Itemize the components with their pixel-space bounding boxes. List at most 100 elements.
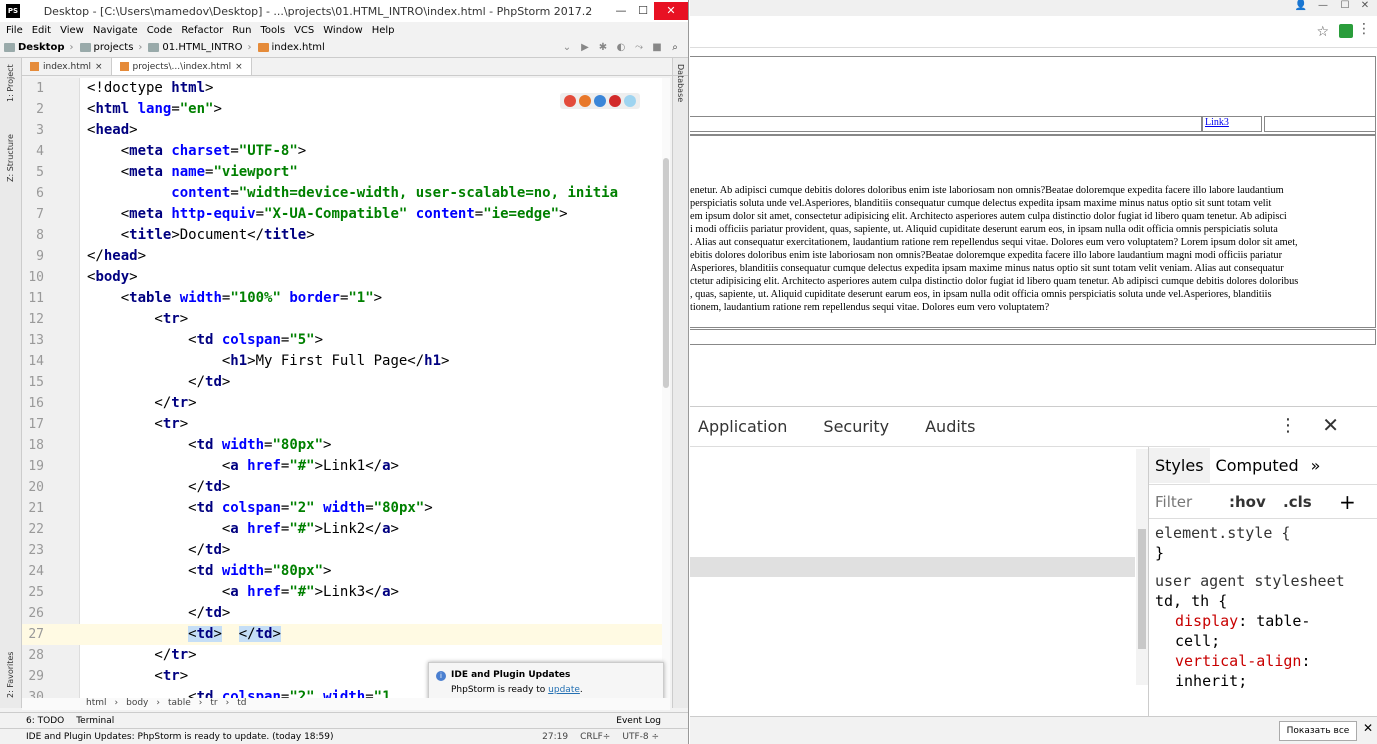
code-crumb-table[interactable]: table <box>168 698 191 710</box>
close-tab-icon[interactable]: × <box>95 62 103 72</box>
chrome-icon[interactable] <box>564 95 576 107</box>
code-line[interactable]: 23 </td> <box>22 540 670 561</box>
code-line[interactable]: 3 <head> <box>22 120 670 141</box>
more-tabs-icon[interactable]: » <box>1305 456 1327 475</box>
filter-input[interactable]: Filter <box>1155 493 1192 511</box>
favorites-tool-tab[interactable]: 2: Favorites <box>6 652 15 698</box>
code-crumb-tr[interactable]: tr <box>210 698 217 710</box>
maximize-button[interactable]: ☐ <box>632 2 654 20</box>
address-bar[interactable]: ☆ ⋮ <box>690 16 1377 48</box>
close-bar-icon[interactable]: ✕ <box>1363 721 1373 735</box>
code-line[interactable]: 16 </tr> <box>22 393 670 414</box>
code-line[interactable]: 4 <meta charset="UTF-8"> <box>22 141 670 162</box>
code-line[interactable]: 25 <a href="#">Link3</a> <box>22 582 670 603</box>
opera-icon[interactable] <box>609 95 621 107</box>
status-message[interactable]: IDE and Plugin Updates: PhpStorm is read… <box>26 732 334 742</box>
element-style-rule[interactable]: element.style { <box>1149 523 1377 543</box>
menu-file[interactable]: File <box>6 25 23 36</box>
breadcrumb-projects[interactable]: projects › <box>79 42 142 53</box>
code-line[interactable]: 22 <a href="#">Link2</a> <box>22 519 670 540</box>
breadcrumb-01-html-intro[interactable]: 01.HTML_INTRO › <box>148 42 252 53</box>
dom-scrollbar[interactable] <box>1136 449 1148 685</box>
search-icon[interactable]: ⌕ <box>666 40 684 56</box>
close-button[interactable]: ✕ <box>1355 0 1375 14</box>
minimize-button[interactable]: — <box>1313 0 1333 14</box>
menu-edit[interactable]: Edit <box>32 25 51 36</box>
menu-run[interactable]: Run <box>232 25 251 36</box>
coverage-icon[interactable]: ◐ <box>612 40 630 56</box>
code-line[interactable]: 10 <body> <box>22 267 670 288</box>
attach-icon[interactable]: ⤳ <box>630 40 648 56</box>
code-line[interactable]: 19 <a href="#">Link1</a> <box>22 456 670 477</box>
update-link[interactable]: update <box>548 685 580 695</box>
editor-scrollbar[interactable] <box>662 78 670 698</box>
menu-code[interactable]: Code <box>147 25 173 36</box>
caret-position[interactable]: 27:19 <box>542 732 568 742</box>
hov-toggle[interactable]: :hov <box>1229 493 1266 511</box>
code-line[interactable]: 9 </head> <box>22 246 670 267</box>
menu-window[interactable]: Window <box>323 25 362 36</box>
menu-refactor[interactable]: Refactor <box>181 25 223 36</box>
code-crumb-body[interactable]: body <box>126 698 148 710</box>
profile-icon[interactable]: 👤 <box>1291 0 1311 14</box>
file-encoding[interactable]: UTF-8 ÷ <box>622 732 659 742</box>
code-line[interactable]: 26 </td> <box>22 603 670 624</box>
code-line[interactable]: 13 <td colspan="5"> <box>22 330 670 351</box>
breadcrumb-desktop[interactable]: Desktop › <box>4 42 74 53</box>
menu-help[interactable]: Help <box>372 25 395 36</box>
close-devtools-icon[interactable]: ✕ <box>1322 413 1339 437</box>
tab-computed[interactable]: Computed <box>1210 456 1305 475</box>
maximize-button[interactable]: ☐ <box>1335 0 1355 14</box>
bookmark-star-icon[interactable]: ☆ <box>1316 24 1329 40</box>
tab-projects-index-html[interactable]: projects\...\index.html × <box>111 58 252 75</box>
code-line[interactable]: 8 <title>Document</title> <box>22 225 670 246</box>
run-icon[interactable]: ▶ <box>576 40 594 56</box>
project-tool-tab[interactable]: 1: Project <box>6 64 15 102</box>
menu-vcs[interactable]: VCS <box>294 25 314 36</box>
safari-icon[interactable] <box>594 95 606 107</box>
structure-tool-tab[interactable]: Z: Structure <box>6 134 15 182</box>
event-log-button[interactable]: Event Log <box>616 716 661 726</box>
new-rule-icon[interactable]: + <box>1339 490 1356 514</box>
menu-icon[interactable]: ⋮ <box>1357 21 1371 37</box>
code-line[interactable]: 12 <tr> <box>22 309 670 330</box>
line-separator[interactable]: CRLF÷ <box>580 732 610 742</box>
tab-application[interactable]: Application <box>698 417 787 436</box>
tab-security[interactable]: Security <box>823 417 889 436</box>
run-config-dropdown-icon[interactable]: ⌄ <box>558 40 576 56</box>
minimize-button[interactable]: — <box>610 2 632 20</box>
show-all-button[interactable]: Показать все <box>1279 721 1357 741</box>
stop-icon[interactable]: ■ <box>648 40 666 56</box>
menu-navigate[interactable]: Navigate <box>93 25 138 36</box>
menu-tools[interactable]: Tools <box>260 25 285 36</box>
code-line[interactable]: 20 </td> <box>22 477 670 498</box>
terminal-tool-button[interactable]: Terminal <box>76 716 114 726</box>
tab-index-html[interactable]: index.html × <box>22 58 112 75</box>
close-tab-icon[interactable]: × <box>235 62 243 72</box>
code-line[interactable]: 11 <table width="100%" border="1"> <box>22 288 670 309</box>
code-line[interactable]: 17 <tr> <box>22 414 670 435</box>
debug-icon[interactable]: ✱ <box>594 40 612 56</box>
breadcrumb-index-html[interactable]: index.html <box>257 42 325 53</box>
firefox-icon[interactable] <box>579 95 591 107</box>
tab-styles[interactable]: Styles <box>1149 448 1210 483</box>
tab-audits[interactable]: Audits <box>925 417 975 436</box>
code-crumb-html[interactable]: html <box>86 698 107 710</box>
code-line[interactable]: 21 <td colspan="2" width="80px"> <box>22 498 670 519</box>
code-line[interactable]: 27 <td> </td> <box>22 624 670 645</box>
extension-icon[interactable] <box>1339 24 1353 38</box>
dom-selected-row[interactable] <box>690 557 1135 577</box>
code-line[interactable]: 5 <meta name="viewport" <box>22 162 670 183</box>
code-line[interactable]: 15 </td> <box>22 372 670 393</box>
code-line[interactable]: 6 content="width=device-width, user-scal… <box>22 183 670 204</box>
devtools-menu-icon[interactable]: ⋮ <box>1279 415 1297 436</box>
code-line[interactable]: 24 <td width="80px"> <box>22 561 670 582</box>
close-button[interactable]: ✕ <box>654 2 688 20</box>
code-line[interactable]: 18 <td width="80px"> <box>22 435 670 456</box>
edge-icon[interactable] <box>624 95 636 107</box>
cls-toggle[interactable]: .cls <box>1283 493 1312 511</box>
link3[interactable]: Link3 <box>1205 117 1229 128</box>
menu-view[interactable]: View <box>60 25 84 36</box>
code-editor[interactable]: 1 <!doctype html> 2 <html lang="en"> 3 <head>… <box>22 78 670 698</box>
code-crumb-td[interactable]: td <box>237 698 246 710</box>
